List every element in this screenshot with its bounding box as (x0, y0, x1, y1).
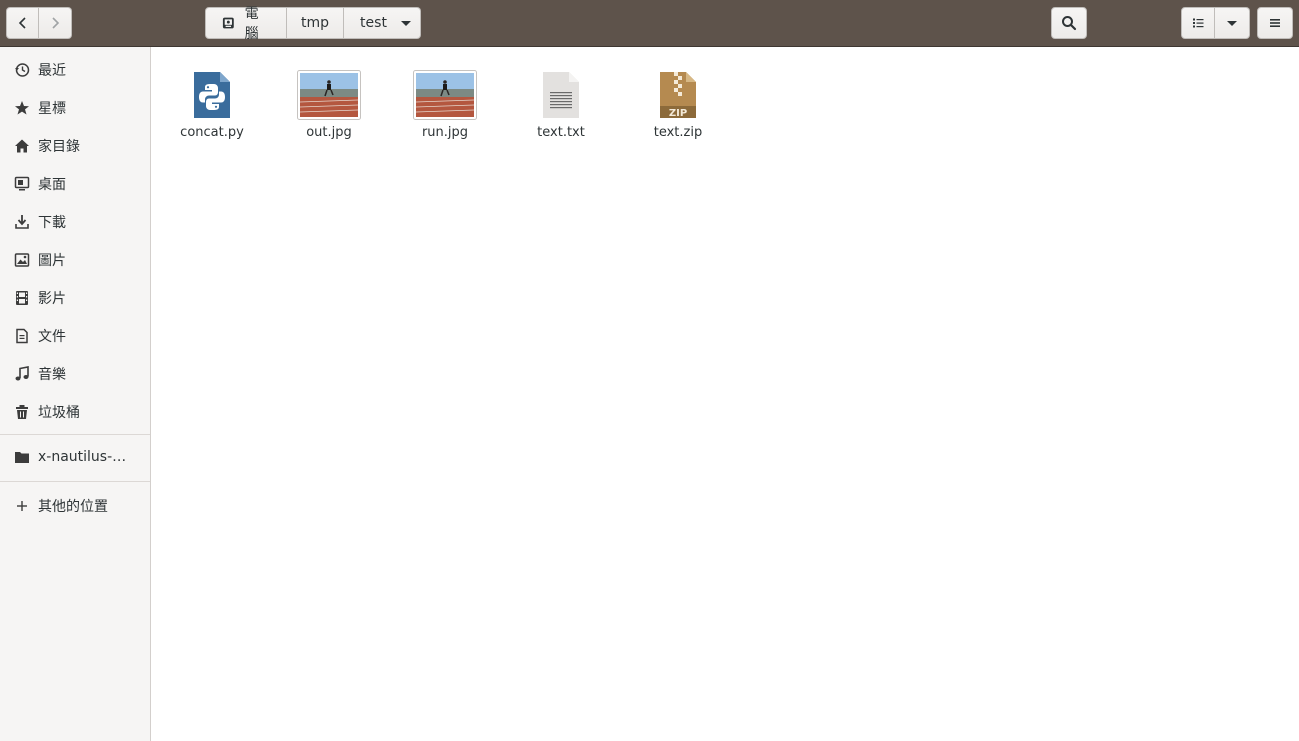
sidebar-item-videos[interactable]: 影片 (0, 279, 150, 317)
download-icon (13, 213, 31, 231)
file-name: out.jpg (306, 125, 352, 140)
folder-icon (13, 448, 31, 466)
sidebar-item-label: x-nautilus-de… (38, 449, 133, 465)
video-icon (13, 289, 31, 307)
sidebar-item-label: 桌面 (38, 177, 66, 193)
sidebar: 最近 星標 家目錄 桌面 下載 圖片 影片 文件 音樂 垃圾桶 x-nautil… (0, 47, 151, 741)
search-button[interactable] (1051, 7, 1087, 39)
sidebar-separator (0, 434, 150, 435)
file-item[interactable]: run.jpg (390, 65, 500, 141)
path-menu-button[interactable] (392, 7, 421, 39)
path-item-test[interactable]: test (344, 7, 392, 39)
sidebar-item-documents[interactable]: 文件 (0, 317, 150, 355)
sidebar-item-label: 家目錄 (38, 139, 80, 155)
sidebar-item-downloads[interactable]: 下載 (0, 203, 150, 241)
document-icon (13, 327, 31, 345)
image-thumbnail-icon (413, 65, 477, 125)
recent-icon (13, 61, 31, 79)
caret-down-icon (401, 20, 411, 26)
sidebar-item-label: 最近 (38, 63, 66, 79)
file-view[interactable]: concat.py out.jpg run.jpg text.txt ZIP t… (151, 47, 1299, 741)
zip-file-icon: ZIP (646, 65, 710, 125)
header-bar: 電腦 tmp test (0, 0, 1299, 47)
plus-icon (13, 497, 31, 515)
sidebar-item-label: 圖片 (38, 253, 66, 269)
chevron-right-icon (52, 17, 60, 29)
list-view-icon (1193, 18, 1204, 28)
history-buttons (6, 7, 72, 39)
home-icon (13, 137, 31, 155)
sidebar-item-music[interactable]: 音樂 (0, 355, 150, 393)
sidebar-separator (0, 481, 150, 482)
sidebar-item-label: 下載 (38, 215, 66, 231)
file-name: concat.py (180, 125, 244, 140)
computer-icon (222, 17, 234, 29)
sidebar-item-other-locations[interactable]: 其他的位置 (0, 487, 150, 525)
sidebar-item-label: 影片 (38, 291, 66, 307)
view-controls (1181, 7, 1250, 39)
sidebar-item-starred[interactable]: 星標 (0, 89, 150, 127)
sidebar-item-pictures[interactable]: 圖片 (0, 241, 150, 279)
main-menu-button[interactable] (1257, 7, 1293, 39)
search-icon (1062, 16, 1077, 31)
svg-text:ZIP: ZIP (669, 108, 687, 119)
sidebar-item-home[interactable]: 家目錄 (0, 127, 150, 165)
file-item[interactable]: ZIP text.zip (623, 65, 733, 141)
sidebar-item-trash[interactable]: 垃圾桶 (0, 393, 150, 431)
chevron-left-icon (18, 17, 26, 29)
sidebar-item-label: 音樂 (38, 367, 66, 383)
path-item-computer[interactable]: 電腦 (205, 6, 287, 42)
sidebar-item-label: 星標 (38, 101, 66, 117)
back-button[interactable] (6, 7, 39, 39)
path-item-label: test (360, 15, 387, 31)
file-name: text.zip (653, 125, 703, 140)
sidebar-item-label: 垃圾桶 (38, 405, 80, 421)
forward-button[interactable] (39, 7, 72, 39)
trash-icon (13, 403, 31, 421)
image-thumbnail-icon (297, 65, 361, 125)
caret-down-icon (1227, 20, 1237, 26)
path-bar: 電腦 tmp test (205, 6, 421, 42)
file-name: text.txt (537, 125, 585, 140)
sidebar-item-desktop[interactable]: 桌面 (0, 165, 150, 203)
file-item[interactable]: text.txt (506, 65, 616, 141)
hamburger-menu-icon (1270, 19, 1280, 27)
desktop-icon (13, 175, 31, 193)
sidebar-item-label: 其他的位置 (38, 499, 108, 515)
pictures-icon (13, 251, 31, 269)
list-view-button[interactable] (1181, 7, 1215, 39)
path-item-label: tmp (301, 15, 330, 31)
view-options-button[interactable] (1215, 7, 1250, 39)
file-item[interactable]: out.jpg (274, 65, 384, 141)
star-icon (13, 99, 31, 117)
file-name: run.jpg (421, 125, 469, 140)
python-file-icon (180, 65, 244, 125)
sidebar-item-bookmark[interactable]: x-nautilus-de… (0, 438, 150, 476)
music-icon (13, 365, 31, 383)
sidebar-item-recent[interactable]: 最近 (0, 51, 150, 89)
path-item-tmp[interactable]: tmp (287, 7, 344, 39)
text-file-icon (529, 65, 593, 125)
sidebar-item-label: 文件 (38, 329, 66, 345)
file-item[interactable]: concat.py (157, 65, 267, 141)
path-item-label: 電腦 (244, 6, 259, 42)
